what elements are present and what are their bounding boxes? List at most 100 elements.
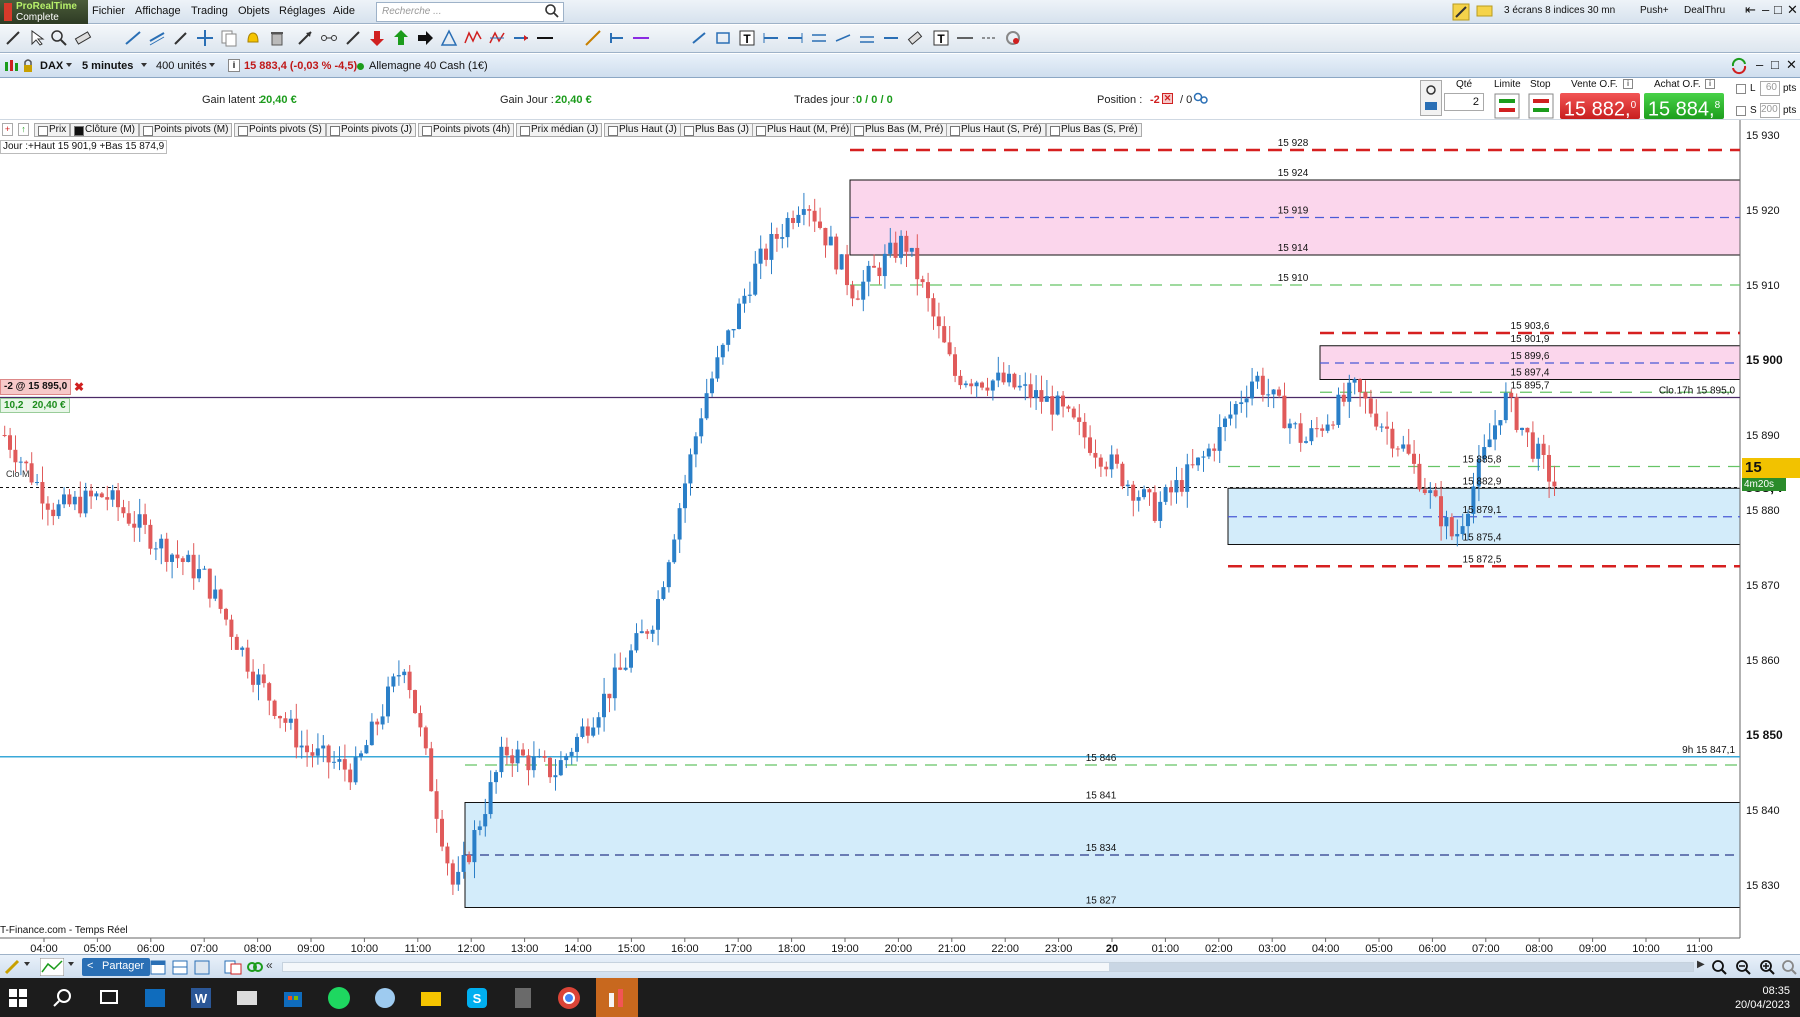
candle-body <box>1125 484 1130 487</box>
candle-body <box>278 716 282 719</box>
time-scrollbar[interactable] <box>282 962 1694 972</box>
price-chart[interactable]: 15 928 15 924 15 919 15 914 15 910 15 903,6 15… <box>0 0 1800 1017</box>
task-view-icon[interactable] <box>96 985 122 1011</box>
candle-body <box>990 380 995 391</box>
candle-body <box>558 760 563 776</box>
candle-body <box>1169 487 1173 493</box>
app-outlook-icon[interactable] <box>142 985 168 1011</box>
candle-body <box>683 483 687 509</box>
candle-body <box>148 524 153 549</box>
table-icon[interactable] <box>172 958 188 976</box>
candle-body <box>1098 457 1103 467</box>
indicator-chip-cloture-m[interactable]: Clôture (M) <box>70 123 140 137</box>
candle-body <box>1152 492 1157 521</box>
tool-chevron-down-icon[interactable] <box>24 962 30 966</box>
candle-body <box>585 726 590 736</box>
zoom-out-icon[interactable] <box>1734 958 1752 976</box>
taskbar-search-icon[interactable] <box>50 985 76 1011</box>
candle-body <box>72 496 77 505</box>
candle-body <box>202 568 207 570</box>
candle-body <box>283 718 288 723</box>
indicator-chip-bas-j[interactable]: Plus Bas (J) <box>680 123 753 137</box>
pnl-euros: 20,40 € <box>32 400 66 411</box>
link-icon[interactable] <box>246 958 264 976</box>
app-mail-icon[interactable] <box>234 985 260 1011</box>
app-chrome-icon[interactable] <box>556 985 582 1011</box>
candle-body <box>1174 480 1179 493</box>
app-store-icon[interactable] <box>280 985 306 1011</box>
position-close-icon[interactable]: ✖ <box>74 380 84 394</box>
layout-icon[interactable] <box>194 958 210 976</box>
windows-start-icon[interactable] <box>5 985 31 1011</box>
candle-body <box>909 247 914 252</box>
indicator-chip-pivots-j[interactable]: Points pivots (J) <box>326 123 417 137</box>
candle-body <box>715 357 720 379</box>
candle-body <box>1250 381 1254 399</box>
scroll-right-icon[interactable]: ▶ <box>1697 959 1705 970</box>
level-label-upper-3: 15 914 <box>1278 243 1309 254</box>
candle-body <box>580 726 585 737</box>
indicator-chip-bas-s-pre[interactable]: Plus Bas (S, Pré) <box>1046 123 1142 137</box>
zoom-in-icon[interactable] <box>1758 958 1776 976</box>
candle-body <box>2 435 7 436</box>
candle-body <box>1498 420 1503 426</box>
candle-body <box>1239 402 1244 405</box>
candle-body <box>1023 384 1028 386</box>
calendar-icon[interactable] <box>150 958 166 976</box>
candle-body <box>931 298 936 317</box>
indicator-chart-icon[interactable] <box>40 958 64 976</box>
app-spotify-icon[interactable] <box>326 985 352 1011</box>
app-skype-icon[interactable]: S <box>464 985 490 1011</box>
candle-body <box>1309 428 1314 442</box>
app-calculator-icon[interactable] <box>510 985 536 1011</box>
app-paint-icon[interactable] <box>372 985 398 1011</box>
candle-body <box>969 383 974 387</box>
add-indicator-icon[interactable]: ↑ <box>18 123 29 136</box>
compare-icon[interactable] <box>224 958 242 976</box>
candle-body <box>1190 464 1195 466</box>
indicator-chip-pivots-s[interactable]: Points pivots (S) <box>234 123 326 137</box>
position-tag[interactable]: -2 @ 15 895,0 <box>0 379 72 395</box>
indicator-chip-haut-s-pre[interactable]: Plus Haut (S, Pré) <box>946 123 1046 137</box>
app-explorer-icon[interactable] <box>418 985 444 1011</box>
candle-body <box>1158 501 1163 521</box>
candle-body <box>369 721 374 746</box>
candle-body <box>456 871 461 885</box>
zoom-fit-icon[interactable] <box>1710 958 1728 976</box>
candle-body <box>1314 428 1319 430</box>
system-clock[interactable]: 08:35 20/04/2023 <box>1735 984 1790 1012</box>
candle-body <box>1066 406 1071 409</box>
candle-body <box>1433 490 1438 497</box>
indicator-chip-bas-m-pre[interactable]: Plus Bas (M, Pré) <box>850 123 948 137</box>
candle-body <box>1422 489 1427 494</box>
candle-body <box>936 316 941 327</box>
last-price-tag: 15 883,4 <box>1742 458 1800 496</box>
indicator-chip-haut-j[interactable]: Plus Haut (J) <box>604 123 681 137</box>
level-label-right-3: 15 897,4 <box>1511 368 1550 379</box>
candle-body <box>29 463 34 483</box>
indicator-chip-haut-m-pre[interactable]: Plus Haut (M, Pré) <box>752 123 854 137</box>
indicator-chevron-down-icon[interactable] <box>68 962 74 966</box>
remove-indicator-icon[interactable]: + <box>2 123 13 136</box>
candle-body <box>1449 517 1454 537</box>
app-prorealtime-active[interactable] <box>596 978 638 1017</box>
app-word-icon[interactable]: W <box>188 985 214 1011</box>
zoom-reset-icon[interactable] <box>1780 958 1798 976</box>
candle-body <box>569 751 574 756</box>
indicator-bar: + ↑ Prix Clôture (M) Points pivots (M) P… <box>0 122 1530 138</box>
candle-body <box>499 746 504 773</box>
candle-body <box>332 761 336 763</box>
share-button[interactable]: < Partager <box>82 958 151 976</box>
scroll-left-icon[interactable]: « <box>266 958 273 972</box>
candle-body <box>143 514 147 525</box>
candle-body <box>321 745 326 749</box>
indicator-chip-pivots-4h[interactable]: Points pivots (4h) <box>418 123 515 137</box>
indicator-chip-prix[interactable]: Prix <box>34 123 71 137</box>
candle-body <box>1439 496 1443 527</box>
indicator-chip-median-j[interactable]: Prix médian (J) <box>516 123 603 137</box>
level-label-right-2: 15 899,6 <box>1511 351 1550 362</box>
pencil-tool-icon[interactable] <box>3 958 21 976</box>
candle-body <box>764 248 768 260</box>
indicator-chip-pivots-m[interactable]: Points pivots (M) <box>139 123 233 137</box>
scrollbar-thumb[interactable] <box>1109 963 1693 971</box>
